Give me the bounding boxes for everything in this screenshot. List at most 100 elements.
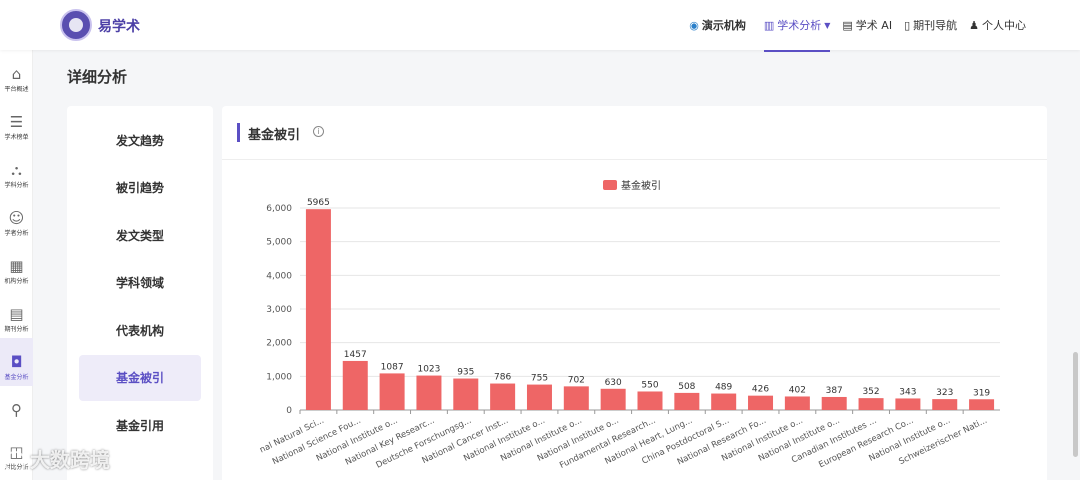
nav-personal-center[interactable]: ♟ 个人中心 (969, 0, 1026, 50)
sidebar-item-label: 学科分析 (4, 182, 29, 189)
nav-academic-analysis-label: 学术分析 (777, 19, 822, 32)
org-icon: ◉ (689, 18, 699, 32)
bar-data-label: 387 (826, 386, 843, 396)
bar-data-label: 426 (752, 385, 769, 395)
bar (895, 398, 921, 410)
document-icon: ▤ (9, 305, 24, 323)
sidebar-item-discipline[interactable]: ⛬ 学科分析 (0, 146, 33, 194)
journal-icon: ▯ (904, 18, 911, 32)
nav-personal-center-label: 个人中心 (982, 19, 1026, 32)
sidebar-item-label: 期刊分析 (4, 326, 29, 333)
chart-icon: ▥ (763, 18, 775, 32)
bar (526, 384, 552, 410)
y-tick-label: 0 (286, 406, 292, 416)
hierarchy-icon: ⛬ (11, 161, 22, 179)
fund-icon: ◘ (10, 353, 23, 371)
bar-data-label: 935 (457, 368, 474, 378)
bar (932, 399, 958, 410)
fund-cited-bar-chart: 基金被引01,0002,0003,0004,0005,0006,0005965n… (258, 179, 1000, 471)
chart-panel: 基金被引 i 基金被引 0 1,000 2,000 3,000 4,000 5,000 6,0… (222, 106, 1047, 480)
bar-data-label: 630 (605, 378, 622, 388)
nav-academic-ai-label: 学术 AI (855, 19, 893, 32)
home-icon: ⌂ (11, 65, 22, 83)
top-header: 易学术 ◉ 演示机构 ▥ 学术分析 ▼ ▤ 学术 AI ▯ 期刊导航 ♟ 个人中… (0, 0, 1080, 52)
watermark-text: 大数跨境 (30, 448, 110, 472)
bar (453, 378, 479, 410)
submenu-representative-institutions[interactable]: 代表机构 (79, 308, 201, 354)
bar (821, 396, 847, 410)
list-icon: ☰ (9, 113, 24, 131)
bar (711, 393, 737, 410)
sidebar-item-fund[interactable]: ◘ 基金分析 (0, 338, 33, 386)
bar-data-label: 489 (715, 383, 732, 393)
legend-label: 基金被引 (621, 179, 661, 192)
bar (748, 395, 774, 410)
bar-data-label: 786 (494, 373, 511, 383)
bar-data-label: 352 (862, 387, 879, 397)
location-icon: ⚲ (11, 401, 22, 419)
sidebar-item-journal[interactable]: ▤ 期刊分析 (0, 290, 33, 338)
y-tick-label: 5,000 (266, 238, 292, 248)
sidebar-item-scholar[interactable]: ☺ 学者分析 (0, 194, 33, 242)
top-nav: ◉ 演示机构 ▥ 学术分析 ▼ ▤ 学术 AI ▯ 期刊导航 ♟ 个人中心 (689, 0, 1026, 52)
bar-data-label: 402 (789, 385, 806, 395)
sidebar-item-label: 平台概述 (4, 86, 29, 93)
people-icon: ☺ (8, 209, 25, 227)
y-tick-label: 4,000 (266, 271, 292, 281)
building-icon: ▦ (9, 257, 24, 275)
sidebar-item-label: 学术榜单 (4, 134, 29, 141)
y-tick-label: 2,000 (266, 339, 292, 349)
nav-journal-guide[interactable]: ▯ 期刊导航 (904, 0, 957, 50)
logo[interactable] (60, 9, 92, 41)
bar-data-label: 319 (973, 388, 990, 398)
submenu-citation-trend[interactable]: 被引趋势 (79, 165, 201, 211)
sidebar-item-rankings[interactable]: ☰ 学术榜单 (0, 98, 33, 146)
watermark: 大数跨境 (4, 444, 110, 473)
bar-data-label: 1087 (381, 362, 404, 372)
nav-academic-analysis[interactable]: ▥ 学术分析 ▼ (763, 0, 831, 52)
y-tick-label: 6,000 (266, 204, 292, 214)
left-sidebar: ⌂ 平台概述 ☰ 学术榜单 ⛬ 学科分析 ☺ 学者分析 ▦ 机构分析 ▤ 期刊分… (0, 50, 33, 480)
page-scrollbar[interactable] (1073, 352, 1078, 457)
bar (637, 391, 663, 410)
submenu-fund-citing[interactable]: 基金引用 (79, 403, 201, 449)
sidebar-item-overview[interactable]: ⌂ 平台概述 (0, 50, 33, 98)
nav-org[interactable]: ◉ 演示机构 (689, 0, 746, 50)
bar (379, 373, 405, 410)
bar-data-label: 323 (936, 388, 953, 398)
ai-icon: ▤ (842, 18, 853, 32)
bar-data-label: 508 (678, 382, 695, 392)
nav-journal-guide-label: 期刊导航 (913, 19, 958, 32)
page-title: 详细分析 (67, 68, 128, 86)
bar-data-label: 550 (641, 380, 658, 390)
sidebar-item-label: 学者分析 (4, 230, 29, 237)
analysis-submenu: 发文趋势 被引趋势 发文类型 学科领域 代表机构 基金被引 基金引用 (67, 106, 213, 480)
watermark-logo-icon (4, 450, 26, 473)
bar (784, 396, 810, 410)
sidebar-item-institution[interactable]: ▦ 机构分析 (0, 242, 33, 290)
bar-data-label: 343 (899, 387, 916, 397)
bar-data-label: 1457 (344, 350, 367, 360)
bar (342, 360, 368, 410)
y-tick-label: 1,000 (266, 372, 292, 382)
bar (490, 383, 516, 410)
sidebar-item-label: 机构分析 (4, 278, 29, 285)
y-tick-label: 3,000 (266, 305, 292, 315)
brand-name[interactable]: 易学术 (98, 16, 140, 36)
submenu-publication-trend[interactable]: 发文趋势 (79, 118, 201, 164)
sidebar-item-location[interactable]: ⚲ (0, 386, 33, 434)
bar (416, 375, 442, 410)
bar-data-label: 702 (568, 375, 585, 385)
nav-academic-ai[interactable]: ▤ 学术 AI (842, 0, 892, 50)
sidebar-item-label: 基金分析 (4, 374, 29, 381)
bar (600, 388, 626, 410)
nav-org-label: 演示机构 (701, 19, 746, 32)
bar (858, 398, 884, 410)
submenu-publication-type[interactable]: 发文类型 (79, 213, 201, 259)
legend-swatch (603, 180, 617, 190)
submenu-discipline-field[interactable]: 学科领域 (79, 260, 201, 306)
bar-data-label: 755 (531, 374, 548, 384)
chevron-down-icon: ▼ (824, 20, 831, 30)
bar (674, 392, 700, 410)
submenu-fund-cited[interactable]: 基金被引 (79, 355, 201, 401)
